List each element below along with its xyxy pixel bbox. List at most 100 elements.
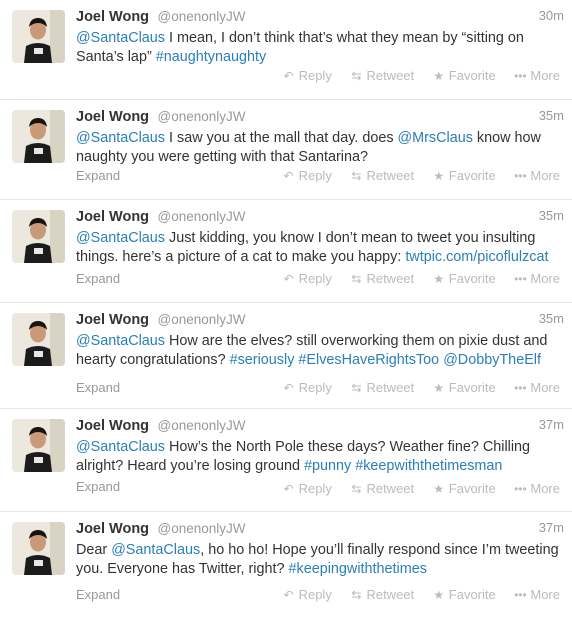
retweet-button[interactable]: ⇆ Retweet [349, 168, 414, 183]
retweet-icon: ⇆ [351, 482, 362, 496]
favorite-button[interactable]: ★ Favorite [432, 271, 496, 286]
reply-button[interactable]: ↶ Reply [282, 168, 332, 183]
reply-label: Reply [298, 68, 332, 83]
favorite-button[interactable]: ★ Favorite [432, 587, 495, 602]
reply-icon: ↶ [283, 69, 294, 83]
reply-button[interactable]: ↶ Reply [282, 271, 332, 286]
author-name[interactable]: Joel Wong [76, 109, 149, 125]
expand-link[interactable]: Expand [76, 168, 120, 183]
author-name[interactable]: Joel Wong [76, 209, 149, 225]
reply-label: Reply [298, 168, 332, 183]
more-button[interactable]: ••• More [513, 587, 560, 602]
reply-button[interactable]: ↶ Reply [282, 587, 332, 602]
tweet[interactable]: Joel Wong @onenonlyJW 30m @SantaClaus I … [0, 0, 572, 100]
favorite-button[interactable]: ★ Favorite [432, 380, 495, 395]
reply-label: Reply [298, 271, 332, 286]
reply-icon: ↶ [283, 588, 294, 602]
hashtag-link[interactable]: #seriously [230, 352, 295, 368]
mention-link[interactable]: @MrsClaus [398, 130, 473, 146]
expand-link[interactable]: Expand [76, 479, 120, 494]
mention-link[interactable]: @SantaClaus [111, 542, 200, 558]
profile-photo [12, 10, 65, 63]
profile-photo [12, 110, 65, 163]
avatar[interactable] [12, 313, 65, 366]
expand-link[interactable]: Expand [76, 587, 120, 602]
hashtag-link[interactable]: #keepwiththetimesman [355, 458, 502, 474]
favorite-button[interactable]: ★ Favorite [432, 168, 496, 183]
mention-link[interactable]: @SantaClaus [76, 333, 165, 349]
more-label: More [530, 168, 560, 183]
avatar[interactable] [12, 419, 65, 472]
expand-link[interactable]: Expand [76, 271, 120, 286]
profile-photo [12, 419, 65, 472]
more-button[interactable]: ••• More [513, 68, 560, 83]
reply-button[interactable]: ↶ Reply [282, 380, 332, 395]
url-link[interactable]: twtpic.com/picoflulzcat [405, 249, 548, 265]
tweet[interactable]: Joel Wong @onenonlyJW 35m @SantaClaus Ho… [0, 303, 572, 409]
mention-link[interactable]: @SantaClaus [76, 230, 165, 246]
timestamp[interactable]: 30m [539, 8, 564, 23]
favorite-button[interactable]: ★ Favorite [432, 68, 495, 83]
tweet-header: Joel Wong @onenonlyJW 35m [76, 311, 564, 331]
timestamp[interactable]: 35m [539, 311, 564, 326]
timestamp[interactable]: 35m [539, 208, 564, 223]
reply-label: Reply [298, 380, 332, 395]
retweet-button[interactable]: ⇆ Retweet [349, 68, 414, 83]
reply-button[interactable]: ↶ Reply [282, 481, 332, 496]
reply-icon: ↶ [283, 381, 294, 395]
author-handle[interactable]: @onenonlyJW [158, 109, 246, 124]
star-icon: ★ [433, 169, 445, 183]
more-button[interactable]: ••• More [513, 168, 560, 183]
favorite-label: Favorite [448, 481, 496, 496]
tweet[interactable]: Joel Wong @onenonlyJW 35m @SantaClaus Ju… [0, 200, 572, 303]
tweet-header: Joel Wong @onenonlyJW 35m [76, 208, 564, 228]
author-name[interactable]: Joel Wong [76, 312, 149, 328]
timestamp[interactable]: 37m [539, 520, 564, 535]
timestamp[interactable]: 35m [539, 108, 564, 123]
favorite-label: Favorite [448, 168, 496, 183]
avatar[interactable] [12, 522, 65, 575]
tweet[interactable]: Joel Wong @onenonlyJW 37m @SantaClaus Ho… [0, 409, 572, 512]
author-name[interactable]: Joel Wong [76, 9, 149, 25]
star-icon: ★ [433, 588, 445, 602]
mention-link[interactable]: @DobbyTheElf [443, 352, 541, 368]
more-dots-icon: ••• [514, 272, 527, 286]
tweet-actions: ↶ Reply ⇆ Retweet ★ Favorite ••• More [268, 380, 560, 395]
author-handle[interactable]: @onenonlyJW [158, 209, 246, 224]
avatar[interactable] [12, 110, 65, 163]
retweet-button[interactable]: ⇆ Retweet [349, 271, 414, 286]
retweet-button[interactable]: ⇆ Retweet [349, 481, 414, 496]
tweet[interactable]: Joel Wong @onenonlyJW 37m Dear @SantaCla… [0, 512, 572, 619]
hashtag-link[interactable]: #naughtynaughty [156, 49, 266, 65]
retweet-button[interactable]: ⇆ Retweet [349, 587, 414, 602]
tweet-header: Joel Wong @onenonlyJW 37m [76, 520, 564, 540]
more-label: More [530, 481, 560, 496]
star-icon: ★ [433, 381, 445, 395]
author-handle[interactable]: @onenonlyJW [158, 521, 246, 536]
retweet-label: Retweet [366, 168, 415, 183]
expand-link[interactable]: Expand [76, 380, 120, 395]
mention-link[interactable]: @SantaClaus [76, 130, 165, 146]
hashtag-link[interactable]: #punny [304, 458, 351, 474]
more-button[interactable]: ••• More [513, 481, 560, 496]
mention-link[interactable]: @SantaClaus [76, 439, 165, 455]
avatar[interactable] [12, 10, 65, 63]
author-name[interactable]: Joel Wong [76, 418, 149, 434]
avatar[interactable] [12, 210, 65, 263]
more-button[interactable]: ••• More [513, 380, 560, 395]
retweet-icon: ⇆ [351, 69, 362, 83]
author-name[interactable]: Joel Wong [76, 521, 149, 537]
favorite-button[interactable]: ★ Favorite [432, 481, 496, 496]
hashtag-link[interactable]: #keepingwiththetimes [289, 561, 427, 577]
retweet-button[interactable]: ⇆ Retweet [349, 380, 414, 395]
favorite-label: Favorite [448, 271, 496, 286]
tweet[interactable]: Joel Wong @onenonlyJW 35m @SantaClaus I … [0, 100, 572, 200]
more-button[interactable]: ••• More [513, 271, 560, 286]
author-handle[interactable]: @onenonlyJW [158, 418, 246, 433]
timestamp[interactable]: 37m [539, 417, 564, 432]
mention-link[interactable]: @SantaClaus [76, 30, 165, 46]
reply-button[interactable]: ↶ Reply [282, 68, 332, 83]
author-handle[interactable]: @onenonlyJW [158, 9, 246, 24]
author-handle[interactable]: @onenonlyJW [158, 312, 246, 327]
hashtag-link[interactable]: #ElvesHaveRightsToo [298, 352, 439, 368]
